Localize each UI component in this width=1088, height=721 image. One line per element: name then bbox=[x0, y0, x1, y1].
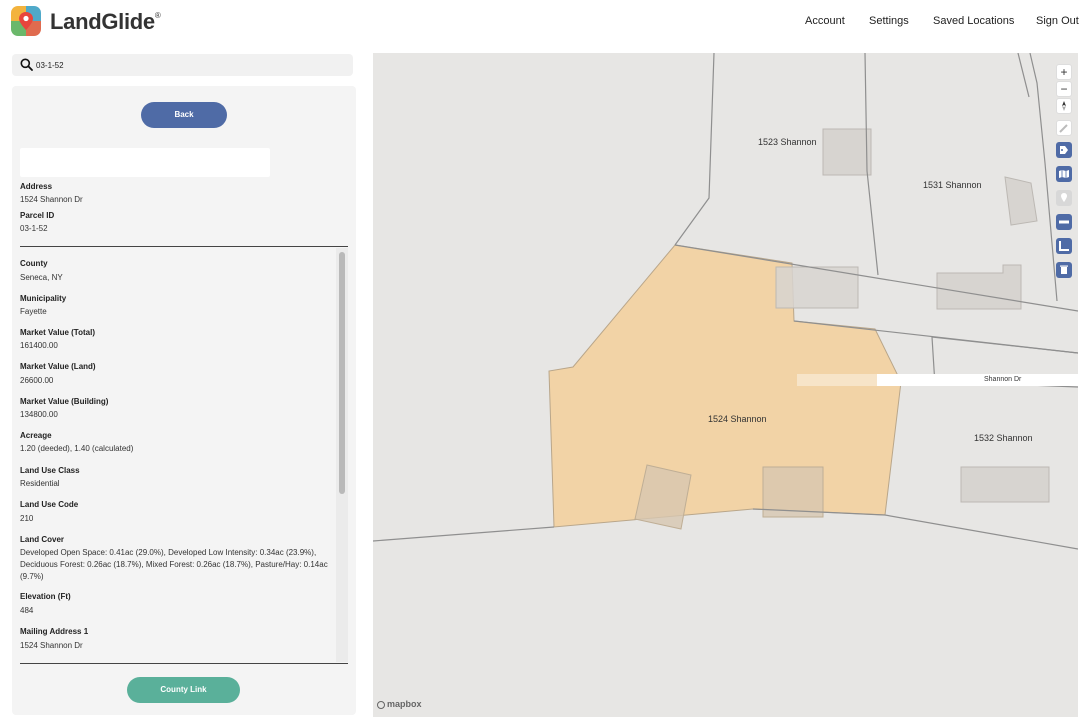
draw-button[interactable] bbox=[1056, 120, 1072, 136]
app-header: LandGlide® Account Settings Saved Locati… bbox=[0, 0, 1088, 46]
nav-sign-out[interactable]: Sign Out bbox=[1036, 15, 1079, 27]
nav-settings[interactable]: Settings bbox=[869, 15, 909, 27]
building bbox=[1004, 176, 1038, 226]
mapbox-attribution[interactable]: mapbox bbox=[377, 699, 422, 709]
tag-button[interactable] bbox=[1056, 142, 1072, 158]
nav-account[interactable]: Account bbox=[805, 15, 845, 27]
shannon-dr-road-selected bbox=[797, 374, 877, 386]
map-icon bbox=[1059, 170, 1069, 178]
zoom-out-button[interactable]: − bbox=[1056, 81, 1072, 97]
mailing-address-label: Mailing Address 1 bbox=[20, 627, 89, 636]
municipality-label: Municipality bbox=[20, 294, 67, 303]
road-label: Shannon Dr bbox=[984, 376, 1022, 383]
address-value: 1524 Shannon Dr bbox=[20, 195, 83, 204]
parcel-label-1524: 1524 Shannon bbox=[708, 414, 767, 424]
address-label: Address bbox=[20, 182, 53, 191]
elevation-value: 484 bbox=[20, 606, 34, 615]
compass-icon bbox=[1062, 101, 1066, 111]
market-value-land-label: Market Value (Land) bbox=[20, 362, 96, 371]
divider-bottom bbox=[20, 663, 348, 664]
market-value-building-label: Market Value (Building) bbox=[20, 397, 109, 406]
map-layers-button[interactable] bbox=[1056, 166, 1072, 182]
county-value: Seneca, NY bbox=[20, 273, 63, 282]
mailing-address-value: 1524 Shannon Dr bbox=[20, 641, 83, 650]
ruler-icon bbox=[1059, 220, 1069, 224]
parcel-label-1531: 1531 Shannon bbox=[923, 180, 982, 190]
elevation-label: Elevation (Ft) bbox=[20, 592, 71, 601]
county-label: County bbox=[20, 259, 48, 268]
compass-button[interactable] bbox=[1056, 98, 1072, 114]
mapbox-logo-icon bbox=[377, 701, 385, 709]
details-scrollbar-thumb[interactable] bbox=[339, 252, 345, 494]
building bbox=[822, 128, 872, 176]
municipality-value: Fayette bbox=[20, 307, 47, 316]
acreage-value: 1.20 (deeded), 1.40 (calculated) bbox=[20, 444, 134, 453]
map-canvas[interactable] bbox=[373, 53, 1078, 717]
land-use-class-value: Residential bbox=[20, 479, 60, 488]
nav-saved-locations[interactable]: Saved Locations bbox=[933, 15, 1014, 27]
map-view[interactable]: 1523 Shannon 1531 Shannon 1524 Shannon 1… bbox=[373, 53, 1078, 717]
landglide-logo-icon[interactable] bbox=[11, 6, 41, 36]
parcel-label-1532: 1532 Shannon bbox=[974, 433, 1033, 443]
divider bbox=[20, 246, 348, 247]
delete-button[interactable] bbox=[1056, 262, 1072, 278]
market-value-total-value: 161400.00 bbox=[20, 341, 58, 350]
land-cover-value: Developed Open Space: 0.41ac (29.0%), De… bbox=[20, 548, 328, 581]
search-input[interactable] bbox=[36, 56, 336, 74]
angle-icon bbox=[1059, 241, 1069, 251]
parcel-name-field[interactable] bbox=[20, 148, 270, 177]
building bbox=[960, 466, 1050, 503]
back-button[interactable]: Back bbox=[141, 102, 227, 128]
market-value-building-value: 134800.00 bbox=[20, 410, 58, 419]
land-use-class-label: Land Use Class bbox=[20, 466, 80, 475]
pin-button[interactable] bbox=[1056, 190, 1072, 206]
measure-distance-button[interactable] bbox=[1056, 214, 1072, 230]
shannon-dr-road bbox=[877, 374, 1078, 386]
brand-name[interactable]: LandGlide® bbox=[50, 9, 161, 35]
land-use-code-label: Land Use Code bbox=[20, 500, 79, 509]
pin-icon bbox=[1061, 193, 1067, 202]
market-value-land-value: 26600.00 bbox=[20, 376, 54, 385]
building bbox=[936, 264, 1022, 310]
zoom-in-button[interactable]: + bbox=[1056, 64, 1072, 80]
measure-area-button[interactable] bbox=[1056, 238, 1072, 254]
search-bar bbox=[12, 54, 353, 76]
search-icon[interactable] bbox=[20, 58, 33, 76]
pencil-icon bbox=[1059, 124, 1068, 133]
trash-icon bbox=[1060, 265, 1068, 274]
land-use-code-value: 210 bbox=[20, 514, 34, 523]
parcel-label-1523: 1523 Shannon bbox=[758, 137, 817, 147]
acreage-label: Acreage bbox=[20, 431, 52, 440]
tag-icon bbox=[1060, 146, 1068, 154]
parcel-id-label: Parcel ID bbox=[20, 211, 55, 220]
land-cover-label: Land Cover bbox=[20, 535, 65, 544]
market-value-total-label: Market Value (Total) bbox=[20, 328, 95, 337]
county-link-button[interactable]: County Link bbox=[127, 677, 240, 703]
parcel-id-value: 03-1-52 bbox=[20, 224, 48, 233]
